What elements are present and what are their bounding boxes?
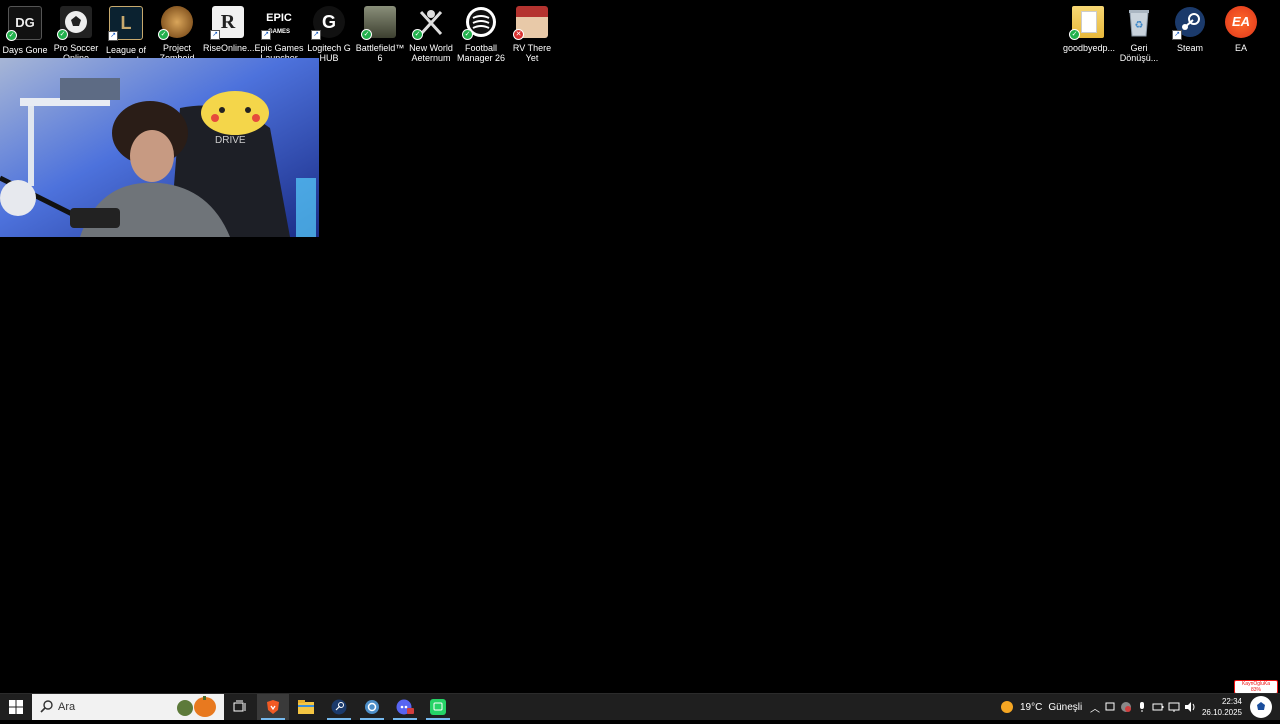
desktop-icon-league-of-legends[interactable]: L ↗ League of Legends [101,3,151,65]
desktop-icon-days-gone[interactable]: DG ✓ Days Gone [0,3,50,59]
football-manager-icon: ✓ [462,6,497,40]
pro-soccer-online-icon: ✓ [57,6,92,40]
desktop-icon-pro-soccer-online[interactable]: ✓ Pro Soccer Online [51,3,101,63]
svg-text:♻: ♻ [1135,20,1144,31]
chevron-up-icon[interactable]: ︿ [1090,700,1100,715]
shortcut-arrow-icon: ↗ [210,30,220,40]
discord-icon [396,699,414,715]
clock-time: 22:34 [1221,697,1242,706]
network-icon[interactable] [1168,701,1180,713]
weather-temp: 19°C [1020,701,1043,713]
desktop-icon-recycle-bin[interactable]: ♻ Geri Dönüşü... [1114,3,1164,63]
days-gone-icon: DG ✓ [6,6,42,41]
rise-online-icon: R ↗ [210,6,244,40]
sync-check-icon: ✓ [361,29,372,40]
logitech-g-hub-icon: G ↗ [311,6,345,40]
desktop-icon-rise-online[interactable]: R ↗ RiseOnline... [203,3,255,59]
desktop-icon-new-world-aeternum[interactable]: ✓ New World Aeternum [406,3,456,63]
sync-check-icon: ✓ [462,29,473,40]
shortcut-arrow-icon: ↗ [261,30,271,40]
desktop-icon-football-manager-26[interactable]: ✓ Football Manager 26 [456,3,506,63]
taskbar-app-file-explorer[interactable] [290,694,322,720]
sync-check-icon: ✓ [158,29,169,40]
recycle-bin-icon: ♻ [1123,6,1155,38]
desktop-icon-goodbyedp-folder[interactable]: ✓ goodbyedp... [1063,3,1116,59]
notification-badge: KaynOgluKa 83% [1234,680,1278,694]
brave-browser-icon [267,700,279,714]
shortcut-arrow-icon: ↗ [1172,30,1182,40]
windows-logo-icon [9,700,23,714]
desktop-icon-rv-there-yet[interactable]: ✕ RV There Yet [507,3,557,63]
project-zomboid-icon: ✓ [158,6,193,40]
desktop-icon-label: goodbyedp... [1063,43,1116,53]
desktop-icon-label: EA [1234,43,1247,53]
taskbar-app-ubisoft[interactable] [356,694,388,720]
sync-check-icon: ✓ [1069,29,1080,40]
search-box[interactable]: Ara [32,694,224,720]
shortcut-arrow-icon: ↗ [311,30,321,40]
desktop-icon-ea[interactable]: EA EA [1216,3,1266,59]
taskbar-app-steam[interactable] [323,694,355,720]
battery-icon[interactable] [1152,701,1164,713]
desktop-icon-label: New World Aeternum [409,43,453,63]
steam-icon [331,699,347,715]
taskbar-app-brave[interactable] [257,694,289,720]
desktop-icon-label: RV There Yet [512,43,552,63]
desktop-icon-label: Days Gone [2,45,48,55]
ea-icon: EA [1225,6,1257,38]
epic-games-icon: EPIC GAMES ↗ [261,6,295,40]
new-world-icon: ✓ [412,6,447,40]
antivirus-icon[interactable] [1120,701,1132,713]
clock[interactable]: 22:34 26.10.2025 [1202,696,1242,718]
steam-icon: ↗ [1172,6,1206,40]
desktop-icon-epic-games-launcher[interactable]: EPICGAMES ↗ Epic Games Launcher [254,3,304,63]
task-view-icon [233,700,246,712]
ubisoft-icon [365,700,379,714]
league-of-legends-icon: L ↗ [108,6,143,41]
sync-check-icon: ✓ [57,29,68,40]
folder-icon: ✓ [1069,6,1104,40]
system-tray: ︿ [1090,694,1196,720]
desktop-icon-battlefield-6[interactable]: ✓ Battlefield™ 6 [355,3,405,63]
svg-text:DRIVE: DRIVE [215,135,246,146]
webcam-overlay: DRIVE [0,58,319,237]
clock-date: 26.10.2025 [1201,708,1242,717]
football-notification-icon [1250,696,1272,718]
sync-check-icon: ✓ [6,30,17,41]
desktop-icon-label: Football Manager 26 [456,43,506,63]
start-button[interactable] [0,694,32,720]
file-explorer-icon [298,700,314,714]
desktop-icon-label: Battlefield™ 6 [355,43,405,63]
sync-error-icon: ✕ [513,29,524,40]
desktop-icon-label: Geri Dönüşü... [1119,43,1159,63]
taskbar: Ara 19°C Güneşli ︿ 22:34 26.10.2025 [0,693,1280,720]
desktop-icon-steam[interactable]: ↗ Steam [1165,3,1215,59]
sync-check-icon: ✓ [412,29,423,40]
taskbar-app-discord[interactable] [389,694,421,720]
microphone-icon[interactable] [1136,701,1148,713]
weather-widget[interactable]: 19°C Güneşli [999,694,1082,720]
sun-weather-icon [1001,701,1013,713]
desktop-icon-logitech-g-hub[interactable]: G ↗ Logitech G HUB [304,3,354,63]
search-icon [40,700,53,713]
search-placeholder: Ara [58,701,76,713]
desktop-icon-label: Steam [1176,43,1203,53]
desktop: DG ✓ Days Gone ✓ Pro Soccer Online L ↗ L… [0,0,1280,65]
desktop-icon-label: RiseOnline... [203,43,255,53]
whatsapp-icon [430,699,446,715]
speaker-icon[interactable] [1184,701,1196,713]
rv-there-yet-icon: ✕ [513,6,548,40]
display-icon[interactable] [1104,701,1116,713]
notification-center-button[interactable] [1244,695,1278,719]
taskbar-app-whatsapp[interactable] [422,694,454,720]
task-view-button[interactable] [224,694,256,720]
battlefield-6-icon: ✓ [361,6,396,40]
halloween-search-highlight-icon [177,696,216,717]
shortcut-arrow-icon: ↗ [108,31,118,41]
desktop-icon-project-zomboid[interactable]: ✓ Project Zomboid [152,3,202,63]
weather-text: Güneşli [1048,701,1083,713]
